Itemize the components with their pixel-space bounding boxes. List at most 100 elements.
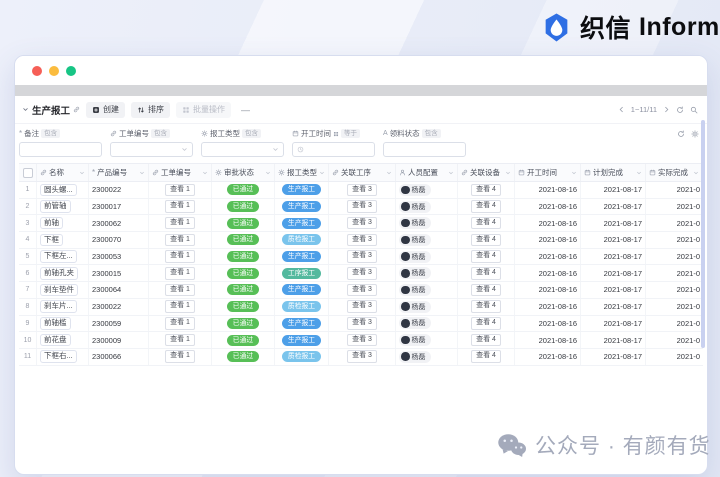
work-order-view-button[interactable]: 查看 1 xyxy=(165,216,195,230)
name-tag[interactable]: 前轴 xyxy=(40,216,63,230)
name-tag[interactable]: 刹车片... xyxy=(40,300,77,313)
work-order-view-button[interactable]: 查看 1 xyxy=(165,267,195,280)
column-header-4[interactable]: 报工类型 xyxy=(275,164,329,181)
more-menu-button[interactable]: — xyxy=(237,105,254,115)
name-tag[interactable]: 刹车垫件 xyxy=(40,283,78,297)
refresh-icon[interactable] xyxy=(676,106,684,114)
table-row[interactable]: 5 下框左... 2300053 查看 1 已通过 生产报工 查看 3 杨磊 查… xyxy=(19,248,703,266)
name-tag[interactable]: 前轴孔夹 xyxy=(40,267,78,280)
column-header-10[interactable]: 实际完成 xyxy=(646,164,703,181)
person-chip[interactable]: 杨磊 xyxy=(399,350,431,363)
maximize-window-button[interactable] xyxy=(66,65,76,76)
name-tag[interactable]: 前轴槛 xyxy=(40,317,71,330)
person-chip[interactable]: 杨磊 xyxy=(399,217,431,230)
equipment-view-button[interactable]: 查看 4 xyxy=(471,333,501,347)
person-chip[interactable]: 杨磊 xyxy=(399,183,431,196)
chevron-down-icon[interactable] xyxy=(636,170,642,176)
minimize-window-button[interactable] xyxy=(49,65,59,76)
name-tag[interactable]: 圆头螺... xyxy=(40,183,77,197)
chevron-down-icon[interactable] xyxy=(79,170,85,176)
person-chip[interactable]: 杨磊 xyxy=(399,300,431,313)
work-order-view-button[interactable]: 查看 1 xyxy=(165,200,195,213)
process-view-button[interactable]: 查看 3 xyxy=(347,267,377,280)
work-order-view-button[interactable]: 查看 1 xyxy=(165,300,195,313)
person-chip[interactable]: 杨磊 xyxy=(399,283,431,296)
column-header-0[interactable]: 名称 xyxy=(37,164,89,181)
filter-start-time-input[interactable] xyxy=(292,142,375,157)
chevron-down-icon[interactable] xyxy=(139,170,145,176)
prev-page-icon[interactable] xyxy=(618,106,625,113)
equipment-view-button[interactable]: 查看 4 xyxy=(471,250,501,263)
chevron-down-icon[interactable] xyxy=(202,170,208,176)
filter-note-input[interactable] xyxy=(19,142,102,157)
chevron-down-icon[interactable] xyxy=(319,170,325,176)
column-header-5[interactable]: 关联工序 xyxy=(329,164,396,181)
process-view-button[interactable]: 查看 3 xyxy=(347,317,377,330)
collapse-chevron-icon[interactable] xyxy=(22,106,29,113)
chevron-down-icon[interactable] xyxy=(571,170,577,176)
person-chip[interactable]: 杨磊 xyxy=(399,334,431,347)
close-window-button[interactable] xyxy=(32,65,42,76)
equipment-view-button[interactable]: 查看 4 xyxy=(471,183,501,197)
filter-mode-icon[interactable] xyxy=(333,131,339,137)
equipment-view-button[interactable]: 查看 4 xyxy=(471,233,501,247)
work-order-view-button[interactable]: 查看 1 xyxy=(165,183,195,197)
process-view-button[interactable]: 查看 3 xyxy=(347,250,377,263)
table-row[interactable]: 10 前花盘 2300009 查看 1 已通过 生产报工 查看 3 杨磊 查看 … xyxy=(19,332,703,349)
process-view-button[interactable]: 查看 3 xyxy=(347,333,377,347)
filter-material-status-operator[interactable]: 包含 xyxy=(421,129,441,138)
table-row[interactable]: 9 前轴槛 2300059 查看 1 已通过 生产报工 查看 3 杨磊 查看 4… xyxy=(19,315,703,333)
equipment-view-button[interactable]: 查看 4 xyxy=(471,317,501,330)
chevron-down-icon[interactable] xyxy=(693,170,699,176)
table-row[interactable]: 7 刹车垫件 2300064 查看 1 已通过 生产报工 查看 3 杨磊 查看 … xyxy=(19,282,703,299)
equipment-view-button[interactable]: 查看 4 xyxy=(471,216,501,230)
process-view-button[interactable]: 查看 3 xyxy=(347,350,377,363)
process-view-button[interactable]: 查看 3 xyxy=(347,300,377,313)
work-order-view-button[interactable]: 查看 1 xyxy=(165,250,195,263)
filter-start-time-operator[interactable]: 等于 xyxy=(341,129,360,138)
table-row[interactable]: 4 下框 2300070 查看 1 已通过 质检报工 查看 3 杨磊 查看 4 … xyxy=(19,232,703,249)
name-tag[interactable]: 下框 xyxy=(40,233,63,247)
equipment-view-button[interactable]: 查看 4 xyxy=(471,350,501,363)
table-row[interactable]: 11 下框右... 2300066 查看 1 已通过 质检报工 查看 3 杨磊 … xyxy=(19,348,703,366)
process-view-button[interactable]: 查看 3 xyxy=(347,200,377,213)
work-order-view-button[interactable]: 查看 1 xyxy=(165,283,195,297)
name-tag[interactable]: 前管轴 xyxy=(40,200,71,213)
filter-work-order-select[interactable] xyxy=(110,142,193,157)
work-order-view-button[interactable]: 查看 1 xyxy=(165,317,195,330)
equipment-view-button[interactable]: 查看 4 xyxy=(471,200,501,213)
equipment-view-button[interactable]: 查看 4 xyxy=(471,267,501,280)
batch-actions-button[interactable]: 批量操作 xyxy=(176,101,232,118)
work-order-view-button[interactable]: 查看 1 xyxy=(165,350,195,363)
table-row[interactable]: 8 刹车片... 2300022 查看 1 已通过 质检报工 查看 3 杨磊 查… xyxy=(19,298,703,316)
vertical-scrollbar[interactable] xyxy=(701,120,705,348)
filter-report-type-operator[interactable]: 包含 xyxy=(242,129,261,138)
view-title-group[interactable]: 生产报工 xyxy=(22,103,80,117)
equipment-view-button[interactable]: 查看 4 xyxy=(471,283,501,297)
search-icon[interactable] xyxy=(690,106,698,114)
column-header-2[interactable]: 工单编号 xyxy=(149,164,212,181)
person-chip[interactable]: 杨磊 xyxy=(399,250,431,263)
process-view-button[interactable]: 查看 3 xyxy=(347,183,377,197)
chevron-down-icon[interactable] xyxy=(265,170,271,176)
filter-material-status-input[interactable] xyxy=(383,142,466,157)
name-tag[interactable]: 下框左... xyxy=(40,250,77,263)
column-header-8[interactable]: 开工时间 xyxy=(515,164,581,181)
process-view-button[interactable]: 查看 3 xyxy=(347,283,377,297)
share-link-icon[interactable] xyxy=(73,106,80,113)
name-tag[interactable]: 下框右... xyxy=(40,350,77,363)
work-order-view-button[interactable]: 查看 1 xyxy=(165,333,195,347)
person-chip[interactable]: 杨磊 xyxy=(399,317,431,330)
column-header-9[interactable]: 计划完成 xyxy=(581,164,646,181)
process-view-button[interactable]: 查看 3 xyxy=(347,233,377,247)
column-header-6[interactable]: 人员配置 xyxy=(396,164,458,181)
chevron-down-icon[interactable] xyxy=(386,170,392,176)
person-chip[interactable]: 杨磊 xyxy=(399,233,431,246)
name-tag[interactable]: 前花盘 xyxy=(40,333,71,347)
process-view-button[interactable]: 查看 3 xyxy=(347,216,377,230)
select-all-checkbox[interactable] xyxy=(22,167,33,178)
column-header-7[interactable]: 关联设备 xyxy=(458,164,515,181)
filter-work-order-operator[interactable]: 包含 xyxy=(151,129,170,138)
work-order-view-button[interactable]: 查看 1 xyxy=(165,233,195,247)
table-row[interactable]: 6 前轴孔夹 2300015 查看 1 已通过 工序报工 查看 3 杨磊 查看 … xyxy=(19,265,703,283)
